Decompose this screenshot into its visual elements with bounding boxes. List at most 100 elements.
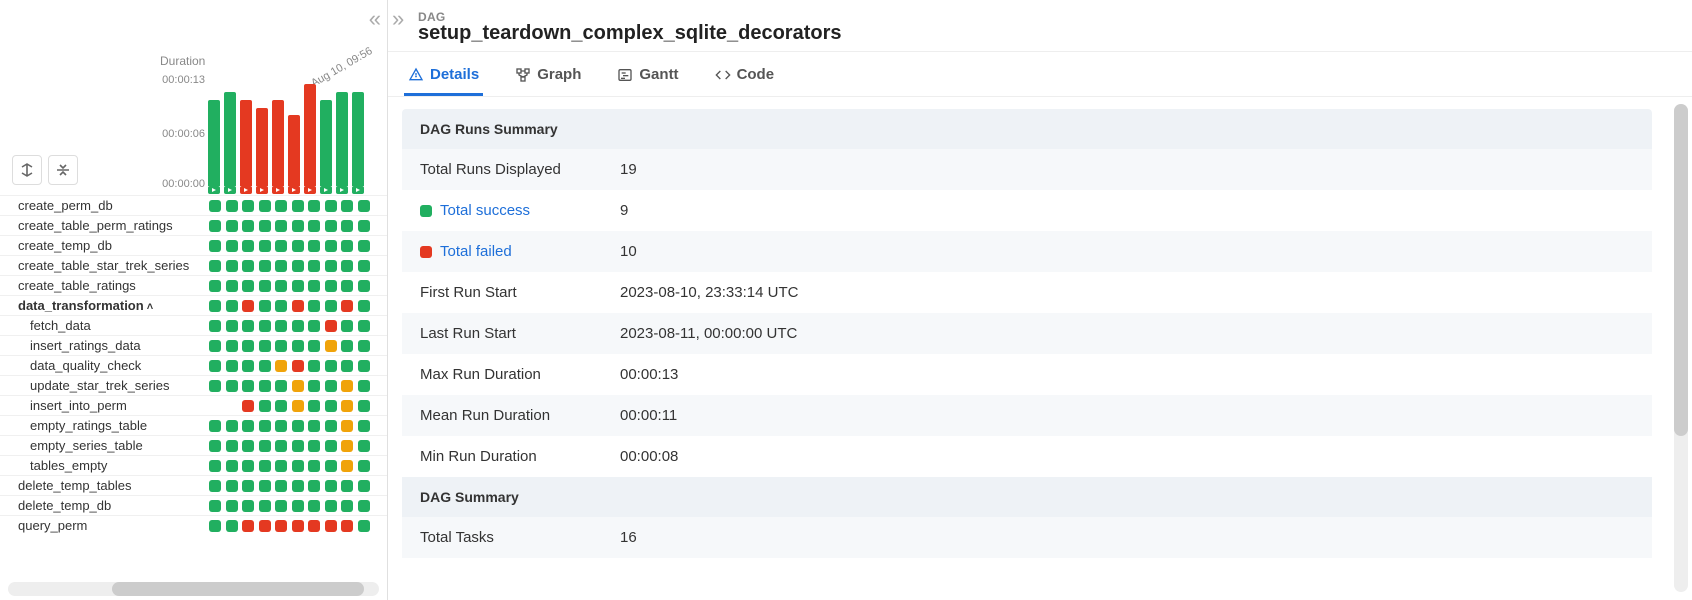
task-instance-cell[interactable] [325, 300, 337, 312]
task-instance-cell[interactable] [308, 260, 320, 272]
task-instance-cell[interactable] [308, 220, 320, 232]
task-instance-cell[interactable] [259, 380, 271, 392]
task-name[interactable]: data_transformation ˄ [0, 298, 202, 313]
task-instance-cell[interactable] [259, 460, 271, 472]
task-instance-cell[interactable] [308, 380, 320, 392]
task-instance-cell[interactable] [226, 420, 238, 432]
expand-all-button[interactable] [12, 155, 42, 185]
task-instance-cell[interactable] [259, 420, 271, 432]
task-instance-cell[interactable] [259, 240, 271, 252]
task-instance-cell[interactable] [325, 440, 337, 452]
task-instance-cell[interactable] [209, 460, 221, 472]
task-instance-cell[interactable] [209, 500, 221, 512]
task-instance-cell[interactable] [325, 460, 337, 472]
task-name[interactable]: tables_empty [0, 458, 202, 473]
scrollbar-thumb[interactable] [1674, 104, 1688, 436]
task-instance-cell[interactable] [292, 480, 304, 492]
task-instance-cell[interactable] [308, 320, 320, 332]
task-instance-cell[interactable] [308, 360, 320, 372]
run-marker[interactable] [320, 186, 332, 194]
task-instance-cell[interactable] [358, 260, 370, 272]
task-instance-cell[interactable] [275, 440, 287, 452]
task-instance-cell[interactable] [209, 300, 221, 312]
run-marker[interactable] [304, 186, 316, 194]
task-instance-cell[interactable] [275, 380, 287, 392]
task-instance-cell[interactable] [292, 400, 304, 412]
task-instance-cell[interactable] [209, 480, 221, 492]
task-name[interactable]: create_perm_db [0, 198, 202, 213]
duration-bar[interactable] [288, 115, 300, 186]
task-instance-cell[interactable] [325, 400, 337, 412]
task-instance-cell[interactable] [242, 320, 254, 332]
task-instance-cell[interactable] [341, 280, 353, 292]
task-instance-cell[interactable] [275, 500, 287, 512]
task-instance-cell[interactable] [209, 360, 221, 372]
task-name[interactable]: insert_ratings_data [0, 338, 202, 353]
task-instance-cell[interactable] [275, 480, 287, 492]
tab-code[interactable]: Code [711, 56, 779, 96]
task-name[interactable]: empty_series_table [0, 438, 202, 453]
task-name[interactable]: empty_ratings_table [0, 418, 202, 433]
task-instance-cell[interactable] [226, 280, 238, 292]
task-instance-cell[interactable] [242, 500, 254, 512]
detail-key[interactable]: Total success [420, 202, 620, 219]
task-instance-cell[interactable] [358, 520, 370, 532]
task-instance-cell[interactable] [325, 220, 337, 232]
task-instance-cell[interactable] [341, 360, 353, 372]
task-instance-cell[interactable] [325, 420, 337, 432]
task-instance-cell[interactable] [292, 320, 304, 332]
task-instance-cell[interactable] [292, 240, 304, 252]
task-instance-cell[interactable] [325, 260, 337, 272]
task-instance-cell[interactable] [325, 200, 337, 212]
task-instance-cell[interactable] [325, 360, 337, 372]
task-instance-cell[interactable] [275, 360, 287, 372]
run-marker[interactable] [352, 186, 364, 194]
task-name[interactable]: create_table_star_trek_series [0, 258, 202, 273]
tab-details[interactable]: Details [404, 56, 483, 96]
task-instance-cell[interactable] [259, 320, 271, 332]
scrollbar-thumb[interactable] [112, 582, 364, 596]
detail-key[interactable]: Total failed [420, 243, 620, 260]
task-instance-cell[interactable] [341, 380, 353, 392]
task-instance-cell[interactable] [341, 500, 353, 512]
task-instance-cell[interactable] [275, 280, 287, 292]
task-name[interactable]: create_temp_db [0, 238, 202, 253]
task-name[interactable]: fetch_data [0, 318, 202, 333]
task-instance-cell[interactable] [325, 340, 337, 352]
duration-bar[interactable] [224, 92, 236, 186]
task-instance-cell[interactable] [292, 220, 304, 232]
task-instance-cell[interactable] [275, 220, 287, 232]
task-instance-cell[interactable] [292, 460, 304, 472]
task-instance-cell[interactable] [292, 280, 304, 292]
task-instance-cell[interactable] [209, 260, 221, 272]
task-instance-cell[interactable] [226, 520, 238, 532]
task-instance-cell[interactable] [358, 300, 370, 312]
task-instance-cell[interactable] [242, 300, 254, 312]
task-instance-cell[interactable] [209, 520, 221, 532]
task-instance-cell[interactable] [341, 300, 353, 312]
collapse-all-button[interactable] [48, 155, 78, 185]
task-instance-cell[interactable] [259, 440, 271, 452]
task-instance-cell[interactable] [242, 380, 254, 392]
task-name[interactable]: data_quality_check [0, 358, 202, 373]
task-instance-cell[interactable] [341, 460, 353, 472]
expand-right-icon[interactable]: » [392, 8, 404, 30]
task-instance-cell[interactable] [275, 420, 287, 432]
task-instance-cell[interactable] [226, 260, 238, 272]
task-instance-cell[interactable] [341, 220, 353, 232]
task-instance-cell[interactable] [292, 300, 304, 312]
task-instance-cell[interactable] [292, 500, 304, 512]
task-instance-cell[interactable] [242, 400, 254, 412]
task-instance-cell[interactable] [341, 260, 353, 272]
task-instance-cell[interactable] [292, 200, 304, 212]
task-instance-cell[interactable] [242, 480, 254, 492]
task-instance-cell[interactable] [209, 380, 221, 392]
task-instance-cell[interactable] [358, 360, 370, 372]
task-instance-cell[interactable] [275, 200, 287, 212]
task-instance-cell[interactable] [275, 260, 287, 272]
task-instance-cell[interactable] [341, 340, 353, 352]
task-instance-cell[interactable] [275, 320, 287, 332]
task-instance-cell[interactable] [226, 480, 238, 492]
task-instance-cell[interactable] [308, 400, 320, 412]
task-instance-cell[interactable] [259, 520, 271, 532]
